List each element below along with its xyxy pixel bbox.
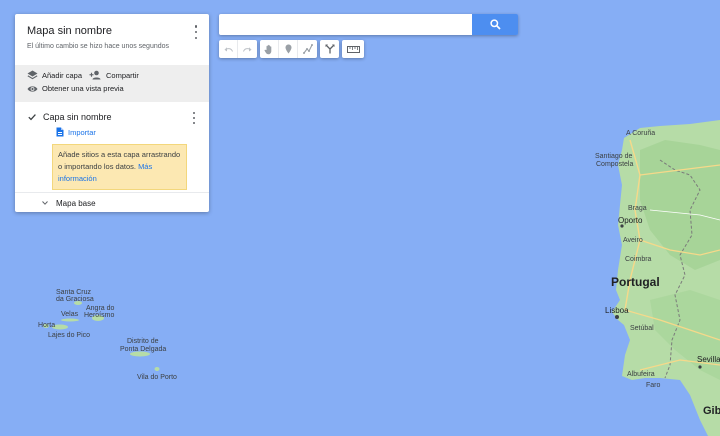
map-label-santa-cruz-2: da Graciosa xyxy=(56,296,94,303)
preview-label: Obtener una vista previa xyxy=(42,84,124,93)
map-label-braga: Braga xyxy=(628,205,647,212)
city-dot-lisboa xyxy=(615,315,619,319)
add-layer-label: Añadir capa xyxy=(42,70,83,80)
map-label-distrito-1: Distrito de xyxy=(127,338,159,345)
tools-group xyxy=(260,40,317,58)
layer-title[interactable]: Capa sin nombre xyxy=(43,112,112,122)
map-label-santiago-1: Santiago de xyxy=(595,153,632,160)
map-label-santa-cruz-1: Santa Cruz xyxy=(56,289,92,296)
share-label: Compartir xyxy=(106,70,139,80)
base-map-label: Mapa base xyxy=(56,198,96,208)
map-label-coimbra: Coimbra xyxy=(625,256,652,263)
more-vert-dot xyxy=(193,117,195,119)
more-vert-dot xyxy=(194,36,198,39)
map-label-oporto: Oporto xyxy=(618,216,643,225)
layer-hint-box: Añade sitios a esta capa arrastrando o i… xyxy=(52,144,187,190)
person-add-icon xyxy=(89,70,101,80)
map-label-gib: Gib xyxy=(703,405,720,417)
import-link[interactable]: Importar xyxy=(56,127,197,137)
add-marker-button[interactable] xyxy=(279,40,298,58)
panel-header: Mapa sin nombre El último cambio se hizo… xyxy=(15,14,209,65)
search-button[interactable] xyxy=(472,14,518,35)
select-hand-button[interactable] xyxy=(260,40,279,58)
chevron-down-icon xyxy=(42,201,48,205)
map-label-lajes: Lajes do Pico xyxy=(48,332,90,339)
add-directions-button[interactable] xyxy=(320,40,339,58)
layer-section: Capa sin nombre Importar Añade sitios a … xyxy=(15,102,209,192)
layer-options-button[interactable] xyxy=(191,112,197,124)
map-label-albufeira: Albufeira xyxy=(627,371,655,378)
history-group xyxy=(219,40,257,58)
search-icon xyxy=(489,19,501,30)
map-panel: Mapa sin nombre El último cambio se hizo… xyxy=(15,14,209,212)
island-santa-maria xyxy=(154,367,160,371)
file-upload-icon xyxy=(56,127,64,137)
map-options-button[interactable] xyxy=(192,25,200,39)
layers-icon xyxy=(27,70,38,80)
map-label-velas: Velas xyxy=(61,311,79,318)
search-input[interactable] xyxy=(219,14,472,35)
map-label-santiago-2: Compostela xyxy=(596,161,633,168)
redo-button[interactable] xyxy=(238,40,257,58)
directions-icon xyxy=(325,44,334,54)
measure-group xyxy=(342,40,364,58)
city-dot-sevilla xyxy=(698,365,702,369)
hint-text: Añade sitios a esta capa arrastrando o i… xyxy=(58,150,181,171)
base-map-toggle[interactable]: Mapa base xyxy=(15,193,209,212)
undo-button[interactable] xyxy=(219,40,238,58)
map-label-vila: Vila do Porto xyxy=(137,374,177,381)
island-sao-jorge xyxy=(61,318,79,322)
map-label-angra-2: Heroísmo xyxy=(84,312,114,319)
city-dot-oporto xyxy=(620,224,624,228)
search-bar xyxy=(219,14,518,35)
hand-icon xyxy=(264,44,272,54)
map-label-lisboa: Lisboa xyxy=(605,306,629,315)
map-label-setubal: Setúbal xyxy=(630,325,654,332)
undo-icon xyxy=(224,46,233,52)
line-icon xyxy=(302,44,313,54)
map-label-angra-1: Angra do xyxy=(86,305,115,312)
preview-button[interactable]: Obtener una vista previa xyxy=(27,84,124,93)
map-label-faro: Faro xyxy=(646,382,661,389)
more-vert-icon xyxy=(193,112,195,114)
map-label-portugal: Portugal xyxy=(611,275,660,289)
layer-visibility-checkbox[interactable] xyxy=(27,112,37,122)
marker-icon xyxy=(285,44,291,54)
more-vert-dot xyxy=(194,30,198,34)
draw-line-button[interactable] xyxy=(298,40,317,58)
redo-icon xyxy=(243,46,252,52)
measure-button[interactable] xyxy=(342,40,364,58)
panel-actions: Añadir capa Compartir Obtener una vista … xyxy=(15,65,209,102)
map-label-aveiro: Aveiro xyxy=(623,237,643,244)
add-layer-button[interactable]: Añadir capa xyxy=(27,70,82,80)
map-label-horta: Horta xyxy=(38,322,55,329)
share-button[interactable]: Compartir xyxy=(89,70,139,80)
map-toolbar xyxy=(219,40,367,58)
last-change-text: El último cambio se hizo hace unos segun… xyxy=(27,43,170,50)
directions-group xyxy=(320,40,339,58)
map-title[interactable]: Mapa sin nombre xyxy=(27,25,197,37)
eye-icon xyxy=(27,85,38,92)
more-vert-icon xyxy=(194,25,198,28)
map-label-distrito-2: Ponta Delgada xyxy=(120,346,166,353)
import-label: Importar xyxy=(68,127,96,137)
more-vert-dot xyxy=(193,122,195,124)
layer-header: Capa sin nombre xyxy=(27,112,197,122)
map-label-sevilla: Sevilla xyxy=(697,355,720,364)
map-label-coruna: A Coruña xyxy=(626,130,655,137)
ruler-icon xyxy=(346,45,360,53)
